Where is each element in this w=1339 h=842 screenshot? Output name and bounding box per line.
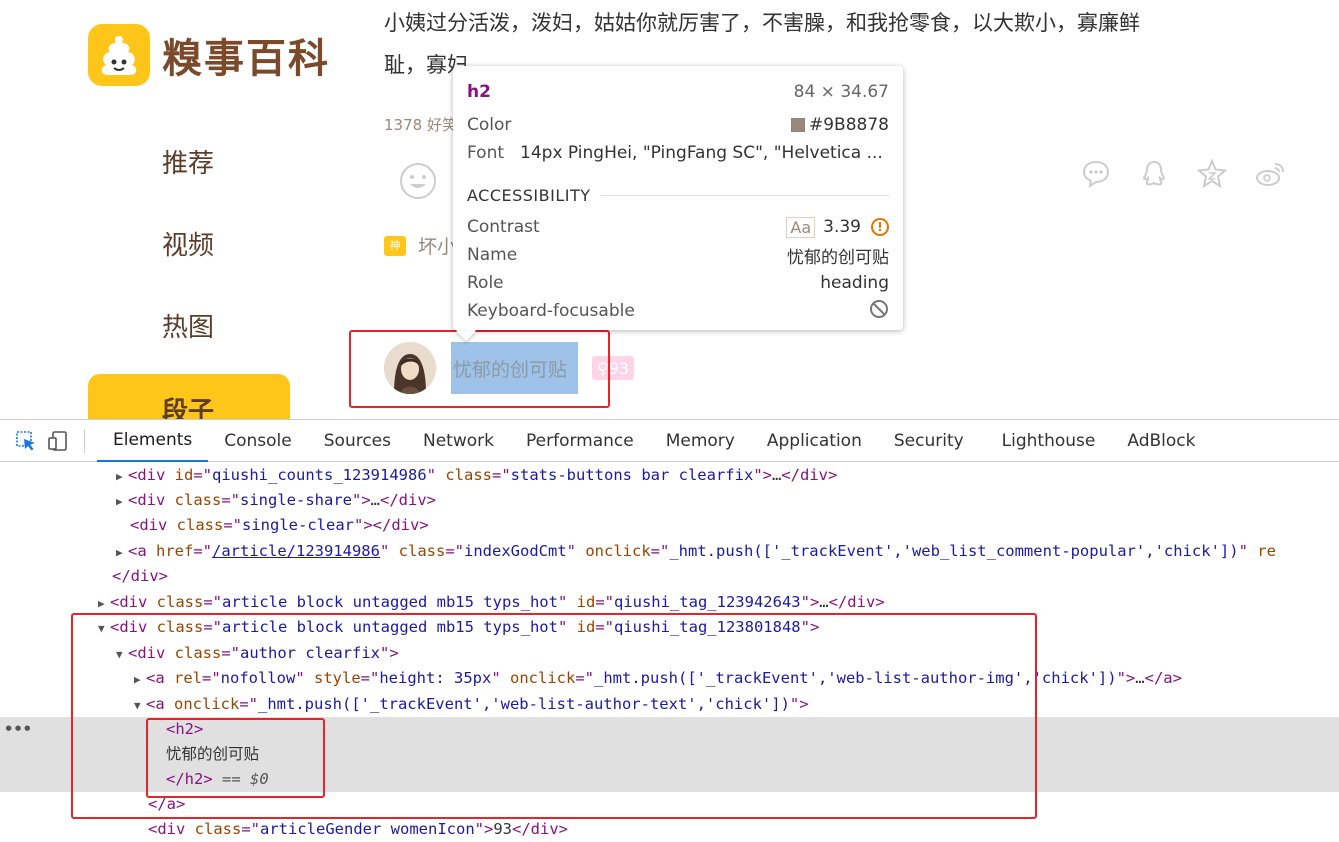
weibo-icon[interactable] bbox=[1254, 158, 1290, 194]
qq-icon[interactable] bbox=[1138, 158, 1174, 194]
qzone-star-icon[interactable] bbox=[1196, 158, 1232, 194]
device-toolbar-icon[interactable] bbox=[44, 427, 72, 455]
dom-node[interactable]: ▶ <div class="single-share">…</div> bbox=[0, 488, 1339, 513]
color-swatch-icon bbox=[791, 118, 805, 132]
nav-item-hot-image[interactable]: 热图 bbox=[88, 284, 290, 366]
tab-adblock[interactable]: AdBlock bbox=[1111, 420, 1211, 462]
tooltip-accessibility-heading: ACCESSIBILITY bbox=[467, 185, 591, 205]
devtools-tabbar: Elements Console Sources Network Perform… bbox=[0, 420, 1339, 462]
annotation-box-h2 bbox=[146, 718, 325, 798]
site-logo[interactable]: 糗事百科 bbox=[88, 24, 330, 86]
left-nav: 推荐 视频 热图 段子 bbox=[88, 120, 290, 419]
tab-lighthouse[interactable]: Lighthouse bbox=[986, 420, 1112, 462]
smile-vote-icon[interactable] bbox=[398, 161, 438, 205]
webpage-viewport: 糗事百科 推荐 视频 热图 段子 小姨过分活泼，泼妇，姑姑你就厉害了，不害臊，和… bbox=[0, 0, 1339, 419]
comment-icon[interactable] bbox=[1080, 158, 1116, 194]
tooltip-font-value: 14px PingHei, "PingFang SC", "Helvetica … bbox=[520, 143, 883, 163]
dom-node[interactable]: <div class="articleGender womenIcon">93<… bbox=[0, 817, 1339, 842]
dom-node[interactable]: ▶ <div id="qiushi_counts_123914986" class… bbox=[0, 463, 1339, 488]
annotation-box-author bbox=[349, 330, 610, 408]
tab-network[interactable]: Network bbox=[407, 420, 510, 462]
dom-node[interactable]: ▶ <div class="article block untagged mb15… bbox=[0, 590, 1339, 615]
tab-console[interactable]: Console bbox=[208, 420, 308, 462]
dom-node[interactable]: </div> bbox=[0, 564, 1339, 589]
tooltip-contrast-label: Contrast bbox=[467, 217, 540, 237]
logo-poop-icon bbox=[88, 24, 150, 86]
god-comment-text: 坏小 bbox=[418, 236, 457, 258]
nav-item-recommend[interactable]: 推荐 bbox=[88, 120, 290, 202]
tab-security[interactable]: Security bbox=[878, 420, 980, 462]
tooltip-name-label: Name bbox=[467, 245, 518, 265]
tooltip-color-label: Color bbox=[467, 115, 512, 135]
nav-item-jokes[interactable]: 段子 bbox=[88, 374, 290, 419]
tab-performance[interactable]: Performance bbox=[510, 420, 650, 462]
author-age: 93 bbox=[608, 358, 630, 378]
tab-application[interactable]: Application bbox=[751, 420, 878, 462]
nav-item-video[interactable]: 视频 bbox=[88, 202, 290, 284]
tab-sources[interactable]: Sources bbox=[308, 420, 407, 462]
dom-tree: ▶ <div id="qiushi_counts_123914986" class… bbox=[0, 463, 1339, 842]
devtools-panel: Elements Console Sources Network Perform… bbox=[0, 419, 1339, 842]
tooltip-color-value: #9B8878 bbox=[809, 115, 889, 135]
god-comment[interactable]: 神 坏小 bbox=[384, 232, 456, 259]
article-stats: 1378 好笑 bbox=[384, 116, 457, 134]
tooltip-contrast-value: 3.39 bbox=[823, 217, 861, 237]
warning-icon: ! bbox=[871, 218, 889, 236]
tab-elements[interactable]: Elements bbox=[97, 420, 209, 462]
god-comment-badge: 神 bbox=[384, 235, 406, 256]
not-focusable-icon bbox=[869, 299, 889, 324]
contrast-aa-icon: Aa bbox=[786, 216, 816, 238]
dom-node[interactable]: ▶ <a href="/article/123914986" class="ind… bbox=[0, 539, 1339, 564]
more-actions-icon[interactable]: ••• bbox=[4, 717, 32, 742]
article-content-line1: 小姨过分活泼，泼妇，姑姑你就厉害了，不害臊，和我抢零食，以大欺小，寡廉鲜 bbox=[384, 11, 1140, 35]
inspect-tooltip: h2 84 × 34.67 Color #9B8878 Font 14px Pi… bbox=[453, 66, 903, 330]
tab-memory[interactable]: Memory bbox=[650, 420, 751, 462]
share-icons bbox=[1080, 158, 1290, 194]
tooltip-tag: h2 bbox=[467, 82, 491, 102]
logo-text: 糗事百科 bbox=[162, 35, 330, 82]
inspect-element-icon[interactable] bbox=[12, 427, 40, 455]
dom-node[interactable]: <div class="single-clear"></div> bbox=[0, 513, 1339, 538]
tooltip-keyboard-label: Keyboard-focusable bbox=[467, 301, 635, 321]
tooltip-font-label: Font bbox=[467, 143, 505, 163]
tooltip-name-value: 忧郁的创可贴 bbox=[787, 247, 889, 268]
tooltip-role-label: Role bbox=[467, 273, 504, 293]
tooltip-dimensions: 84 × 34.67 bbox=[793, 82, 889, 102]
tooltip-role-value: heading bbox=[820, 273, 889, 293]
